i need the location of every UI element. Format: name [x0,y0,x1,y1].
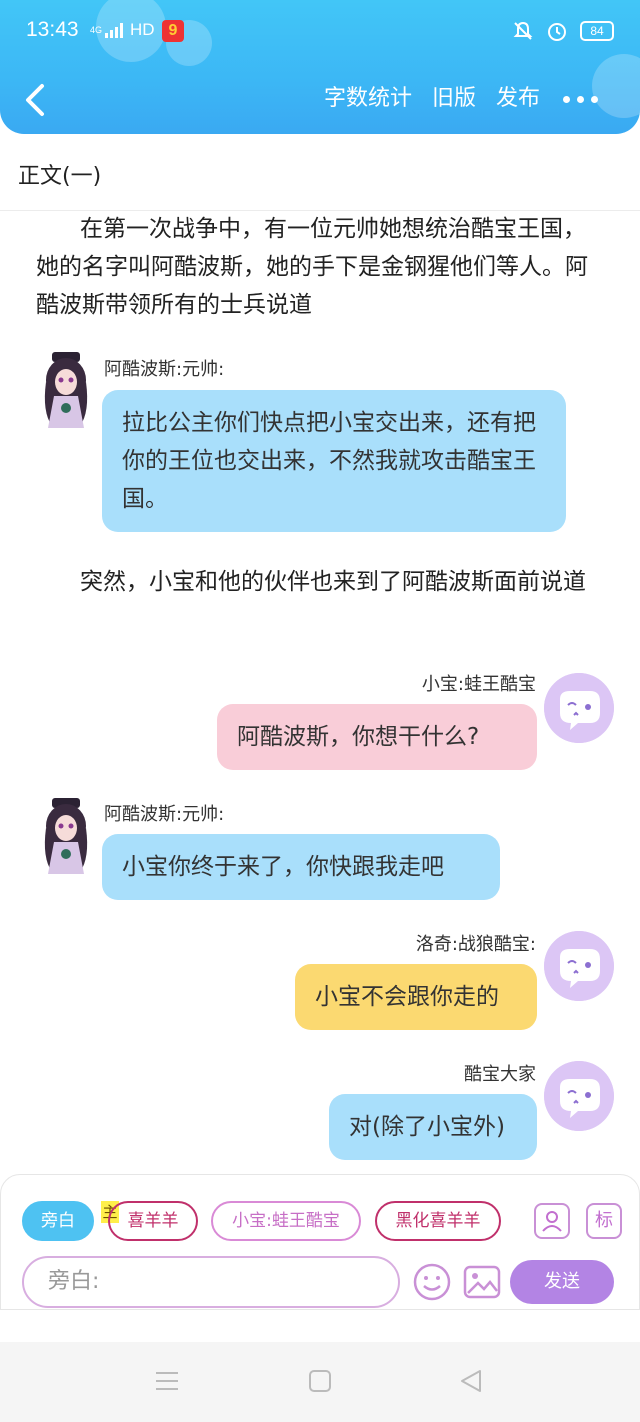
avatar [44,798,88,874]
chat-bubble: 对(除了小宝外) [329,1094,537,1160]
home-icon[interactable] [308,1368,332,1394]
more-icon[interactable] [563,96,598,103]
speaker-name: 洛奇:战狼酷宝: [415,934,536,955]
publish-button[interactable]: 发布 [496,84,540,114]
narration-paragraph: 在第一次战争中，有一位元帅她想统治酷宝王国，她的名字叫阿酷波斯，她的手下是金钢猩… [36,216,588,318]
avatar [544,1061,614,1131]
signal-icon [105,22,124,38]
battery-icon: 84 [580,21,614,41]
chat-bubble: 拉比公主你们快点把小宝交出来，还有把你的王位也交出来，不然我就攻击酷宝王国。 [102,390,566,532]
word-count-button[interactable]: 字数统计 [324,84,412,114]
narration-paragraph: 突然，小宝和他的伙伴也来到了阿酷波斯面前说道 [80,569,586,595]
role-chip-xiyangyang[interactable]: 喜羊羊 [108,1201,198,1241]
role-chip-narration[interactable]: 旁白 [22,1201,94,1241]
mark-icon[interactable]: 标 [586,1203,622,1239]
back-nav-icon[interactable] [458,1368,484,1394]
menu-icon[interactable] [154,1368,180,1394]
chat-bubble: 小宝你终于来了，你快跟我走吧 [102,834,500,900]
speaker-name: 小宝:蛙王酷宝 [421,674,536,695]
avatar [544,673,614,743]
status-right: 84 [512,20,614,42]
message-input[interactable]: 旁白: [22,1256,400,1308]
app-header: 13:43 4G HD 9 84 字数统计 旧版 发布 [0,0,640,134]
emoji-icon[interactable] [412,1262,452,1302]
alarm-icon [548,23,566,41]
avatar [544,931,614,1001]
image-icon[interactable] [462,1262,502,1302]
role-chip-xiaobao[interactable]: 小宝:蛙王酷宝 [211,1201,361,1241]
person-icon [542,1211,562,1232]
old-version-button[interactable]: 旧版 [432,84,476,114]
send-button[interactable]: 发送 [510,1260,614,1304]
chat-bubble: 小宝不会跟你走的 [295,964,537,1030]
role-chip-dark-xiyangyang[interactable]: 黑化喜羊羊 [375,1201,501,1241]
speaker-name: 酷宝大家 [464,1064,536,1085]
network-type: 4G [90,25,103,35]
app-notification-icon: 9 [162,20,184,42]
mute-icon [513,21,533,40]
chapter-title: 正文(一) [18,164,102,189]
speaker-name: 阿酷波斯:元帅: [104,359,225,380]
header-actions: 字数统计 旧版 发布 [324,84,540,114]
status-time: 13:43 [26,18,79,41]
avatar [44,352,88,428]
system-navigation-bar [0,1342,640,1422]
network-indicator: 4G HD [90,20,155,40]
chat-bubble: 阿酷波斯，你想干什么? [217,704,537,770]
network-label: HD [130,20,155,39]
speaker-name: 阿酷波斯:元帅: [104,804,225,825]
back-icon[interactable] [22,82,52,118]
character-manager-icon[interactable] [534,1203,570,1239]
status-bar: 13:43 4G HD 9 84 [0,0,640,64]
